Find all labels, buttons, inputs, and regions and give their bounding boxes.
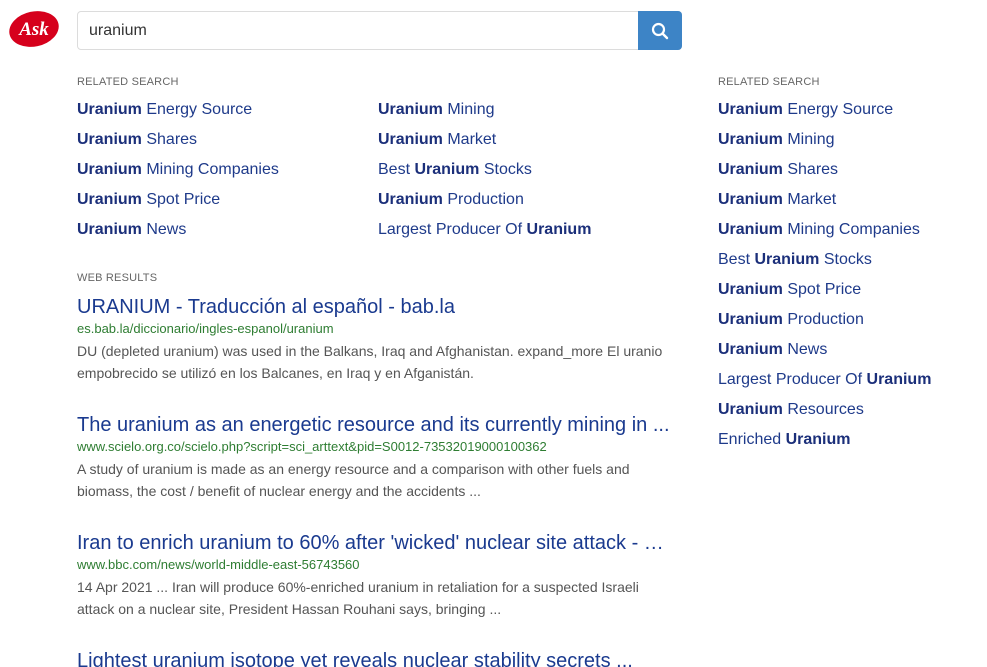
link-keyword: Uranium: [414, 161, 480, 178]
related-search-link[interactable]: Uranium Market: [378, 130, 591, 160]
link-suffix: News: [782, 341, 828, 358]
link-suffix: Energy Source: [782, 101, 894, 118]
logo-text: Ask: [18, 19, 49, 40]
link-suffix: Energy Source: [141, 101, 253, 118]
related-search-heading: RELATED SEARCH: [77, 76, 179, 88]
result-url: www.bbc.com/news/world-middle-east-56743…: [77, 557, 360, 572]
related-search-link[interactable]: Uranium Production: [378, 190, 591, 220]
link-prefix: Largest Producer Of: [718, 371, 867, 388]
link-keyword: Uranium: [378, 101, 443, 118]
web-result: The uranium as an energetic resource and…: [77, 413, 682, 502]
link-suffix: Production: [782, 311, 864, 328]
link-suffix: Spot Price: [141, 191, 221, 208]
link-suffix: Production: [442, 191, 524, 208]
link-keyword: Uranium: [754, 251, 820, 268]
link-keyword: Uranium: [378, 191, 443, 208]
related-search-column-2: Uranium Mining Uranium Market Best Uranium…: [378, 100, 591, 250]
result-snippet: 14 Apr 2021 ... Iran will produce 60%-en…: [77, 579, 639, 617]
sidebar-related-link[interactable]: Uranium Resources: [718, 400, 978, 430]
link-suffix: News: [141, 221, 187, 238]
link-keyword: Uranium: [718, 341, 783, 358]
link-suffix: Mining: [442, 101, 495, 118]
sidebar-related-link[interactable]: Uranium News: [718, 340, 978, 370]
sidebar-related-link[interactable]: Largest Producer Of Uranium: [718, 370, 978, 400]
link-keyword: Uranium: [718, 191, 783, 208]
link-suffix: Market: [782, 191, 837, 208]
link-keyword: Uranium: [718, 311, 783, 328]
link-keyword: Uranium: [718, 161, 783, 178]
web-results-heading: WEB RESULTS: [77, 272, 158, 284]
search-button[interactable]: [638, 11, 682, 50]
link-suffix: Mining Companies: [782, 221, 920, 238]
ask-logo-icon: Ask: [9, 11, 59, 47]
web-result: Iran to enrich uranium to 60% after 'wic…: [77, 531, 682, 620]
link-suffix: Resources: [782, 401, 864, 418]
sidebar-related-link[interactable]: Uranium Shares: [718, 160, 978, 190]
sidebar-related-link[interactable]: Uranium Mining Companies: [718, 220, 978, 250]
link-keyword: Uranium: [77, 101, 142, 118]
result-title-link[interactable]: The uranium as an energetic resource and…: [77, 413, 677, 437]
link-prefix: Best: [378, 161, 415, 178]
related-search-link[interactable]: Uranium Energy Source: [77, 100, 279, 130]
search-input[interactable]: [78, 12, 639, 49]
sidebar-related-link[interactable]: Uranium Production: [718, 310, 978, 340]
link-keyword: Uranium: [785, 431, 851, 448]
result-title-link[interactable]: URANIUM - Traducción al español - bab.la: [77, 295, 677, 319]
result-snippet: A study of uranium is made as an energy …: [77, 461, 630, 499]
web-result: URANIUM - Traducción al español - bab.la…: [77, 295, 682, 384]
sidebar-related-link[interactable]: Best Uranium Stocks: [718, 250, 978, 280]
sidebar-related-link[interactable]: Uranium Mining: [718, 130, 978, 160]
related-search-link[interactable]: Uranium Mining Companies: [77, 160, 279, 190]
link-keyword: Uranium: [718, 221, 783, 238]
result-title-link[interactable]: Iran to enrich uranium to 60% after 'wic…: [77, 531, 677, 555]
link-suffix: Mining Companies: [141, 161, 279, 178]
related-search-column-1: Uranium Energy Source Uranium Shares Urani…: [77, 100, 279, 250]
related-search-link[interactable]: Uranium Mining: [378, 100, 591, 130]
link-keyword: Uranium: [718, 101, 783, 118]
related-search-link[interactable]: Uranium News: [77, 220, 279, 250]
sidebar-related-link[interactable]: Uranium Energy Source: [718, 100, 978, 130]
related-search-link[interactable]: Uranium Shares: [77, 130, 279, 160]
link-keyword: Uranium: [77, 191, 142, 208]
link-keyword: Uranium: [718, 401, 783, 418]
link-keyword: Uranium: [718, 281, 783, 298]
link-keyword: Uranium: [77, 131, 142, 148]
related-search-link[interactable]: Uranium Spot Price: [77, 190, 279, 220]
related-search-link[interactable]: Largest Producer Of Uranium: [378, 220, 591, 250]
result-url: www.scielo.org.co/scielo.php?script=sci_…: [77, 439, 547, 454]
sidebar-related-link[interactable]: Uranium Market: [718, 190, 978, 220]
related-search-link[interactable]: Best Uranium Stocks: [378, 160, 591, 190]
link-keyword: Uranium: [77, 221, 142, 238]
sidebar-related-link[interactable]: Enriched Uranium: [718, 430, 978, 460]
link-suffix: Stocks: [479, 161, 532, 178]
result-title-link[interactable]: Lightest uranium isotope yet reveals nuc…: [77, 649, 677, 667]
sidebar-related-search-heading: RELATED SEARCH: [718, 76, 820, 88]
web-result: Lightest uranium isotope yet reveals nuc…: [77, 649, 682, 667]
link-prefix: Largest Producer Of: [378, 221, 527, 238]
link-suffix: Shares: [782, 161, 839, 178]
link-suffix: Market: [442, 131, 497, 148]
result-snippet: DU (depleted uranium) was used in the Ba…: [77, 343, 663, 381]
link-suffix: Shares: [141, 131, 198, 148]
link-keyword: Uranium: [77, 161, 142, 178]
link-prefix: Best: [718, 251, 755, 268]
ask-logo[interactable]: Ask: [8, 10, 60, 48]
link-keyword: Uranium: [378, 131, 443, 148]
sidebar-related-search: Uranium Energy Source Uranium Mining Urani…: [718, 100, 978, 460]
link-suffix: Stocks: [819, 251, 872, 268]
search-icon: [651, 22, 669, 39]
sidebar-related-link[interactable]: Uranium Spot Price: [718, 280, 978, 310]
link-keyword: Uranium: [718, 131, 783, 148]
link-suffix: Mining: [782, 131, 835, 148]
link-keyword: Uranium: [866, 371, 932, 388]
link-keyword: Uranium: [526, 221, 592, 238]
link-prefix: Enriched: [718, 431, 786, 448]
result-url: es.bab.la/diccionario/ingles-espanol/ura…: [77, 321, 334, 336]
search-bar: [77, 11, 682, 50]
link-suffix: Spot Price: [782, 281, 862, 298]
